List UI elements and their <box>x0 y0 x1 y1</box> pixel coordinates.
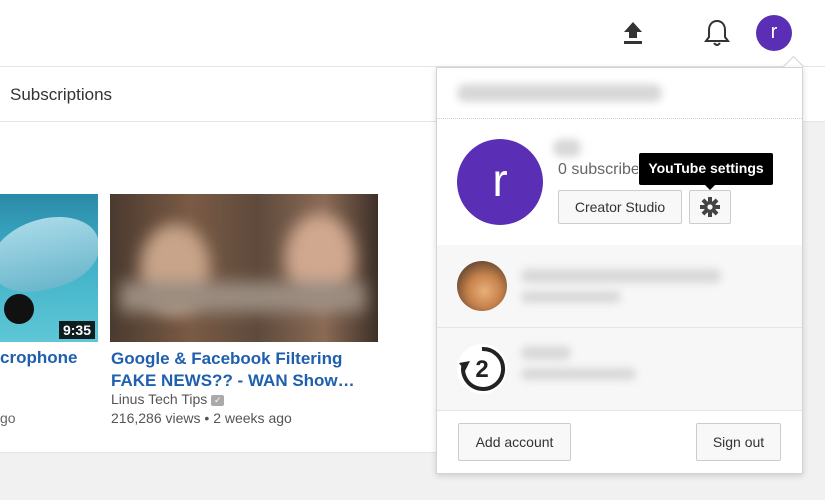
top-bar: r <box>0 0 825 67</box>
verified-icon: ✓ <box>211 394 225 406</box>
tooltip-arrow <box>704 184 716 190</box>
menu-footer: Add account Sign out <box>437 408 802 473</box>
brand-account-glyph: 2 <box>475 356 488 383</box>
account-email <box>437 68 802 119</box>
channel-name-text[interactable]: Linus Tech Tips <box>111 391 207 407</box>
meta-separator: • <box>204 410 210 426</box>
redacted-email <box>457 84 662 102</box>
profile-avatar[interactable]: r <box>457 139 543 225</box>
redacted-account-email <box>521 269 721 283</box>
video-title[interactable]: crophone <box>0 348 77 368</box>
account-avatar-button[interactable]: r <box>756 15 792 51</box>
video-thumbnail[interactable]: 9:35 <box>0 194 98 342</box>
settings-tooltip: YouTube settings <box>639 153 773 185</box>
video-age: 2 weeks ago <box>213 410 292 426</box>
blurred-caption <box>120 282 365 312</box>
subscriptions-label[interactable]: Subscriptions <box>10 85 112 105</box>
video-title[interactable]: Google & Facebook Filtering FAKE NEWS?? … <box>111 348 371 392</box>
redacted-account-info <box>521 368 636 380</box>
redacted-name <box>553 139 581 157</box>
microphone-image <box>4 294 34 324</box>
view-count: 216,286 views <box>111 410 201 426</box>
video-duration: 9:35 <box>58 321 95 339</box>
account-photo <box>457 261 507 311</box>
sign-out-button[interactable]: Sign out <box>696 423 781 461</box>
profile-section: r 0 subscribers Creator Studio Yo <box>437 119 802 246</box>
upload-icon[interactable] <box>622 20 644 46</box>
add-account-button[interactable]: Add account <box>458 423 571 461</box>
gear-icon <box>700 197 720 217</box>
video-thumbnail[interactable] <box>110 194 378 342</box>
video-age: go <box>0 410 16 426</box>
redacted-account-name <box>521 346 571 360</box>
subscriber-count: 0 subscribers <box>558 161 638 178</box>
account-list-item[interactable] <box>437 245 802 328</box>
settings-button[interactable] <box>689 190 731 224</box>
dolphin-image <box>0 208 98 300</box>
account-menu: r 0 subscribers Creator Studio Yo <box>436 67 803 474</box>
channel-name[interactable]: Linus Tech Tips ✓ <box>111 391 225 407</box>
redacted-account-info <box>521 291 621 303</box>
creator-studio-button[interactable]: Creator Studio <box>558 190 682 224</box>
bell-icon[interactable] <box>704 18 730 48</box>
video-meta: 216,286 views • 2 weeks ago <box>111 410 292 426</box>
account-list-item[interactable]: 2 <box>437 328 802 411</box>
brand-account-icon: 2 <box>457 344 507 394</box>
